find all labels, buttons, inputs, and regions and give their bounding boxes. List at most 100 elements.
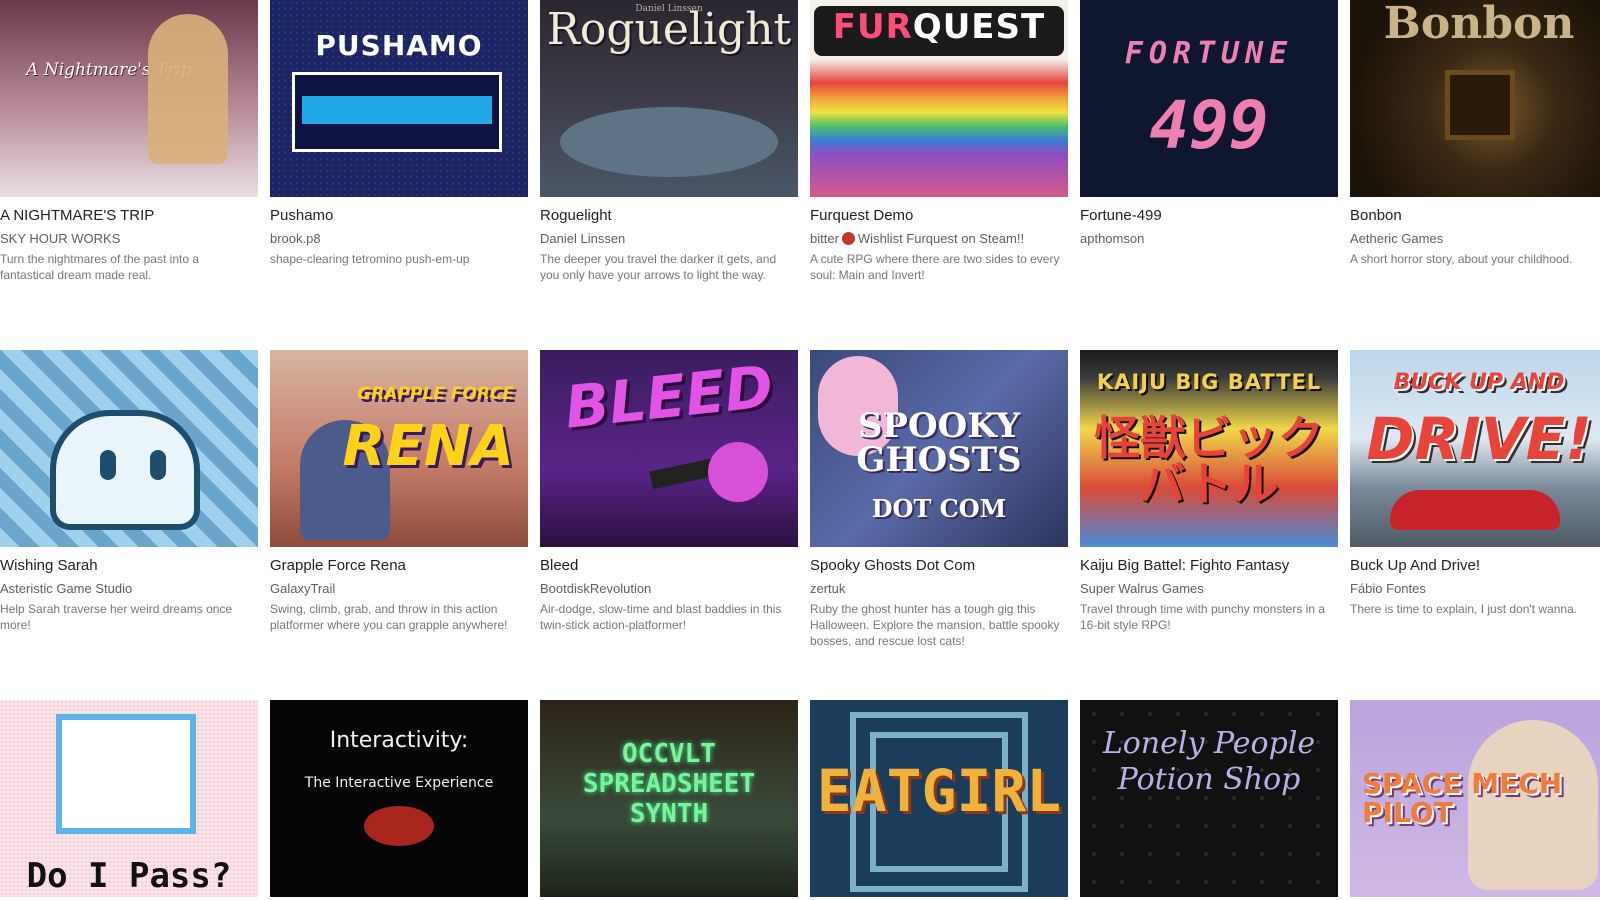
cover-title: Bonbon	[1383, 0, 1575, 49]
game-description: Help Sarah traverse her weird dreams onc…	[0, 602, 233, 632]
game-author[interactable]: brook.p8	[270, 231, 528, 246]
game-title[interactable]: Kaiju Big Battel: Fighto Fantasy	[1080, 557, 1338, 574]
game-author[interactable]: Fábio Fontes	[1350, 581, 1600, 596]
cover-title-part: QUEST	[912, 7, 1046, 47]
game-author[interactable]: BootdiskRevolution	[540, 581, 798, 596]
game-card[interactable]: Wishing Sarah Asteristic Game Studio Hel…	[0, 350, 258, 633]
cover-title-line: 499	[1149, 86, 1269, 164]
game-thumbnail[interactable]: FURQUEST	[810, 0, 1068, 197]
game-author[interactable]: SKY HOUR WORKS	[0, 231, 258, 246]
cover-title: FORTUNE 499	[1119, 23, 1299, 175]
game-author[interactable]: bitter Wishlist Furquest on Steam!!	[810, 231, 1068, 246]
cover-illustration	[150, 450, 166, 480]
game-thumbnail[interactable]: OCCVLT SPREADSHEET SYNTH	[540, 700, 798, 897]
game-title[interactable]: Bonbon	[1350, 207, 1600, 224]
game-thumbnail[interactable]: PUSHAMO	[270, 0, 528, 197]
game-title[interactable]: Grapple Force Rena	[270, 557, 528, 574]
heart-icon	[841, 232, 855, 245]
cover-illustration	[50, 410, 200, 530]
cover-illustration	[100, 450, 116, 480]
game-thumbnail[interactable]: BLEED	[540, 350, 798, 547]
game-title[interactable]: Bleed	[540, 557, 798, 574]
cover-title-line: GRAPPLE FORCE	[357, 384, 514, 404]
game-title[interactable]: Fortune-499	[1080, 207, 1338, 224]
game-card[interactable]: SPACE MECH PILOT	[1350, 700, 1600, 897]
cover-title-line: DRIVE!	[1366, 405, 1592, 473]
game-title[interactable]: Furquest Demo	[810, 207, 1068, 224]
author-note: Wishlist Furquest on Steam!!	[857, 231, 1025, 246]
cover-title-line: SPACE MECH PILOT	[1362, 766, 1563, 830]
game-card[interactable]: BUCK UP AND DRIVE! Buck Up And Drive! Fá…	[1350, 350, 1600, 617]
game-card[interactable]: FURQUEST Furquest Demo bitter Wishlist Fu…	[810, 0, 1068, 283]
game-thumbnail[interactable]: A Nightmare's Trip	[0, 0, 258, 197]
cover-title: KAIJU BIG BATTEL 怪獣ビックバトル	[1080, 356, 1338, 523]
game-description: Air-dodge, slow-time and blast baddies i…	[540, 602, 782, 632]
game-thumbnail[interactable]: BUCK UP AND DRIVE!	[1350, 350, 1600, 547]
game-card[interactable]: Lonely People Potion Shop	[1080, 700, 1338, 897]
cover-title: PUSHAMO	[315, 29, 483, 62]
game-title[interactable]: Pushamo	[270, 207, 528, 224]
cover-illustration	[708, 442, 768, 502]
game-thumbnail[interactable]: SPACE MECH PILOT	[1350, 700, 1600, 897]
game-thumbnail[interactable]: Lonely People Potion Shop	[1080, 700, 1338, 897]
game-thumbnail[interactable]: Interactivity: The Interactive Experienc…	[270, 700, 528, 897]
cover-title: SPACE MECH PILOT	[1356, 752, 1600, 844]
game-title[interactable]: A NIGHTMARE'S TRIP	[0, 207, 258, 224]
game-card[interactable]: KAIJU BIG BATTEL 怪獣ビックバトル Kaiju Big Batt…	[1080, 350, 1338, 633]
game-description: A cute RPG where there are two sides to …	[810, 252, 1060, 282]
cover-title-line: 怪獣ビックバトル	[1094, 411, 1324, 511]
game-thumbnail[interactable]: Bonbon	[1350, 0, 1600, 197]
game-description: The deeper you travel the darker it gets…	[540, 252, 777, 282]
game-author[interactable]: apthomson	[1080, 231, 1338, 246]
cover-title-line: KAIJU BIG BATTEL	[1096, 370, 1322, 394]
game-title[interactable]: Spooky Ghosts Dot Com	[810, 557, 1068, 574]
game-thumbnail[interactable]: GRAPPLE FORCE RENA	[270, 350, 528, 547]
cover-illustration	[302, 96, 492, 124]
game-thumbnail[interactable]: KAIJU BIG BATTEL 怪獣ビックバトル	[1080, 350, 1338, 547]
cover-title-line: BUCK UP AND	[1393, 370, 1565, 395]
cover-title-line: Interactivity:	[329, 728, 469, 753]
game-title[interactable]: Wishing Sarah	[0, 557, 258, 574]
cover-title: OCCVLT SPREADSHEET SYNTH	[582, 739, 756, 829]
author-name[interactable]: bitter	[810, 231, 839, 246]
game-card[interactable]: Daniel Linssen Roguelight Roguelight Dan…	[540, 0, 798, 283]
game-description: Turn the nightmares of the past into a f…	[0, 252, 200, 282]
game-author[interactable]: Aetheric Games	[1350, 231, 1600, 246]
cover-title: Do I Pass?	[26, 856, 232, 896]
cover-title-line: FORTUNE	[1124, 35, 1294, 71]
cover-illustration	[1390, 490, 1560, 530]
game-thumbnail[interactable]: FORTUNE 499	[1080, 0, 1338, 197]
game-thumbnail[interactable]: Do I Pass?	[0, 700, 258, 897]
game-card[interactable]: A Nightmare's Trip A NIGHTMARE'S TRIP SK…	[0, 0, 258, 283]
game-title[interactable]: Roguelight	[540, 207, 798, 224]
game-card[interactable]: Bonbon Bonbon Aetheric Games A short hor…	[1350, 0, 1600, 267]
game-thumbnail[interactable]: EATGIRL	[810, 700, 1068, 897]
game-card[interactable]: Do I Pass?	[0, 700, 258, 897]
game-thumbnail[interactable]: SPOOKY GHOSTS DOT COM	[810, 350, 1068, 547]
game-author[interactable]: GalaxyTrail	[270, 581, 528, 596]
game-card[interactable]: PUSHAMO Pushamo brook.p8 shape-clearing …	[270, 0, 528, 267]
cover-title-line: DOT COM	[871, 494, 1007, 523]
game-card[interactable]: Interactivity: The Interactive Experienc…	[270, 700, 528, 897]
game-title[interactable]: Buck Up And Drive!	[1350, 557, 1600, 574]
game-card[interactable]: BLEED Bleed BootdiskRevolution Air-dodge…	[540, 350, 798, 633]
game-author[interactable]: Daniel Linssen	[540, 231, 798, 246]
game-card[interactable]: EATGIRL	[810, 700, 1068, 897]
game-card[interactable]: SPOOKY GHOSTS DOT COM Spooky Ghosts Dot …	[810, 350, 1068, 649]
game-card[interactable]: GRAPPLE FORCE RENA Grapple Force Rena Ga…	[270, 350, 528, 633]
game-description: Ruby the ghost hunter has a tough gig th…	[810, 602, 1060, 648]
cover-title: EATGIRL	[816, 757, 1062, 825]
game-description: Swing, climb, grab, and throw in this ac…	[270, 602, 508, 632]
cover-illustration	[560, 107, 778, 177]
cover-title: BLEED	[561, 352, 777, 442]
game-thumbnail[interactable]	[0, 350, 258, 547]
cover-title-line: The Interactive Experience	[304, 775, 494, 791]
cover-title-line: RENA	[342, 414, 514, 479]
game-author[interactable]: zertuk	[810, 581, 1068, 596]
game-author[interactable]: Asteristic Game Studio	[0, 581, 258, 596]
game-card[interactable]: FORTUNE 499 Fortune-499 apthomson	[1080, 0, 1338, 251]
game-thumbnail[interactable]: Daniel Linssen Roguelight	[540, 0, 798, 197]
game-author[interactable]: Super Walrus Games	[1080, 581, 1338, 596]
cover-title: Interactivity: The Interactive Experienc…	[270, 714, 528, 808]
game-card[interactable]: OCCVLT SPREADSHEET SYNTH	[540, 700, 798, 897]
